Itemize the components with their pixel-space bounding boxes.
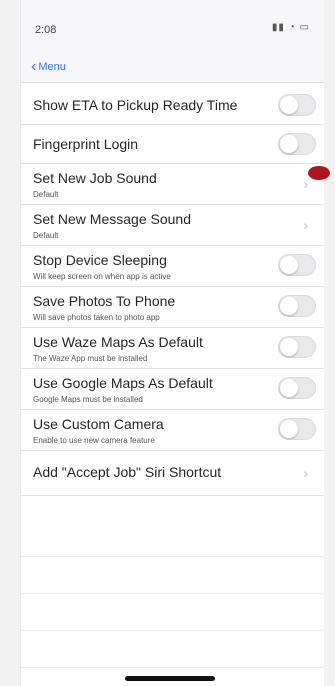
setting-subtitle: Default [33, 190, 59, 199]
setting-title: Use Google Maps As Default [33, 375, 213, 391]
chevron-right-icon: › [303, 217, 308, 233]
setting-title: Add "Accept Job" Siri Shortcut [33, 464, 222, 480]
toggle-knob [280, 256, 298, 274]
empty-list-area [21, 520, 324, 668]
setting-show-eta[interactable]: Show ETA to Pickup Ready Time [21, 86, 324, 125]
status-icons: ▮▮ ◔ ▭ [272, 22, 310, 33]
fingerprint-login-toggle[interactable] [278, 133, 316, 155]
setting-subtitle: Default [33, 231, 59, 240]
battery-icon: ▭ [299, 22, 310, 33]
toggle-knob [280, 135, 298, 153]
toggle-knob [280, 297, 298, 315]
setting-title: Stop Device Sleeping [33, 252, 167, 268]
setting-title: Show ETA to Pickup Ready Time [33, 97, 238, 113]
custom-camera-toggle[interactable] [278, 418, 316, 440]
nav-bar: ‹ Menu [21, 52, 324, 83]
setting-title: Fingerprint Login [33, 136, 139, 152]
divider [21, 594, 324, 631]
setting-subtitle: The Waze App must be installed [33, 354, 148, 363]
setting-google-maps[interactable]: Use Google Maps As Default Google Maps m… [21, 369, 324, 410]
phone-screen: 2:08 ▮▮ ◔ ▭ ‹ Menu Show ETA to Pickup Re… [20, 0, 330, 686]
chevron-right-icon: › [303, 176, 308, 192]
chevron-right-icon: › [303, 465, 308, 481]
divider [21, 520, 324, 557]
setting-save-photos[interactable]: Save Photos To Phone Will save photos ta… [21, 287, 324, 328]
toggle-knob [280, 96, 298, 114]
wifi-icon: ◔ [288, 22, 296, 33]
status-time: 2:08 [35, 24, 57, 36]
divider [21, 631, 324, 668]
setting-siri-shortcut[interactable]: Add "Accept Job" Siri Shortcut › [21, 451, 324, 496]
toggle-knob [280, 338, 298, 356]
show-eta-toggle[interactable] [278, 94, 316, 116]
setting-fingerprint-login[interactable]: Fingerprint Login [21, 125, 324, 164]
home-indicator[interactable] [125, 676, 215, 681]
chevron-left-icon: ‹ [31, 58, 37, 75]
setting-title: Use Waze Maps As Default [33, 334, 203, 350]
setting-custom-camera[interactable]: Use Custom Camera Enable to use new came… [21, 410, 324, 451]
setting-new-job-sound[interactable]: Set New Job Sound Default › [21, 164, 330, 205]
back-label: Menu [38, 61, 66, 73]
toggle-knob [280, 379, 298, 397]
signal-icon: ▮▮ [271, 22, 285, 33]
divider [21, 557, 324, 594]
back-button[interactable]: ‹ Menu [31, 58, 66, 76]
setting-title: Use Custom Camera [33, 416, 164, 432]
status-bar: 2:08 ▮▮ ◔ ▭ [21, 0, 324, 52]
setting-subtitle: Will save photos taken to photo app [33, 313, 160, 322]
red-marker-icon [308, 166, 330, 180]
waze-maps-toggle[interactable] [278, 336, 316, 358]
setting-waze-maps[interactable]: Use Waze Maps As Default The Waze App mu… [21, 328, 324, 369]
toggle-knob [280, 420, 298, 438]
setting-title: Set New Job Sound [33, 170, 157, 186]
setting-title: Set New Message Sound [33, 211, 191, 227]
setting-new-message-sound[interactable]: Set New Message Sound Default › [21, 205, 324, 246]
stop-device-sleeping-toggle[interactable] [278, 254, 316, 276]
setting-title: Save Photos To Phone [33, 293, 176, 309]
setting-stop-device-sleeping[interactable]: Stop Device Sleeping Will keep screen on… [21, 246, 324, 287]
google-maps-toggle[interactable] [278, 377, 316, 399]
save-photos-toggle[interactable] [278, 295, 316, 317]
setting-subtitle: Will keep screen on when app is active [33, 272, 171, 281]
settings-list: Show ETA to Pickup Ready Time Fingerprin… [21, 86, 330, 496]
setting-subtitle: Google Maps must be installed [33, 395, 143, 404]
setting-subtitle: Enable to use new camera feature [33, 436, 155, 445]
